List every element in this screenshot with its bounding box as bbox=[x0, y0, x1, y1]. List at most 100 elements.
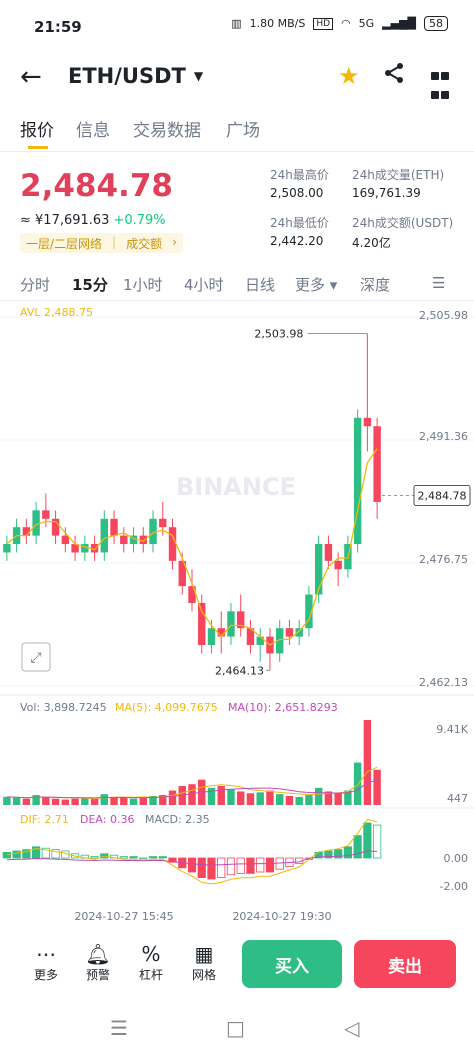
tag-layer: 一层/二层网络 bbox=[26, 237, 103, 251]
candle-body bbox=[363, 417, 372, 427]
candle-body bbox=[285, 628, 294, 637]
volume-bar bbox=[363, 720, 372, 805]
chart-settings-icon[interactable]: ☰ bbox=[432, 274, 445, 292]
macd-histogram-bar bbox=[119, 856, 128, 859]
candle-body bbox=[373, 426, 381, 502]
alert-button[interactable]: 🔔︎ 预警 bbox=[76, 942, 120, 983]
macd-y-tick: -2.00 bbox=[440, 880, 468, 893]
battery-indicator: 58 bbox=[424, 16, 448, 31]
y-tick-label: 2,505.98 bbox=[419, 309, 468, 322]
more-button[interactable]: ⋯ 更多 bbox=[24, 942, 68, 983]
volume-bar bbox=[285, 795, 294, 805]
volume-bar bbox=[266, 790, 274, 805]
interval-15m[interactable]: 15分 bbox=[72, 274, 108, 295]
candle-body bbox=[81, 544, 89, 553]
volume-bar bbox=[334, 793, 342, 805]
avl-label: AVL 2,488.75 bbox=[20, 306, 93, 319]
volume-bar bbox=[129, 798, 138, 805]
tab-trade-data[interactable]: 交易数据 bbox=[133, 116, 201, 141]
candle-body bbox=[22, 527, 31, 536]
status-bar: 21:59 ▥ 1.80 MB/S HD ◠ 5G ▂▄▆█ 58 bbox=[0, 0, 474, 56]
wifi-icon: ◠ bbox=[341, 17, 351, 30]
change-percent: +0.79% bbox=[113, 213, 166, 228]
candle-body bbox=[217, 628, 225, 637]
macd-histogram-bar bbox=[373, 824, 382, 859]
time-axis-label: 2024-10-27 19:30 bbox=[232, 910, 331, 920]
tab-square[interactable]: 广场 bbox=[226, 116, 260, 141]
volume-bar bbox=[32, 795, 40, 805]
candle-body bbox=[120, 535, 128, 545]
interval-1h[interactable]: 1小时 bbox=[123, 274, 163, 295]
kline-chart[interactable]: BINANCE 2,505.98 2,491.36 2,476.75 2,462.13 A… bbox=[0, 300, 474, 920]
percent-icon: % bbox=[141, 942, 161, 966]
back-nav-icon[interactable]: ◁ bbox=[344, 1016, 359, 1040]
main-tabs: 报价 信息 交易数据 广场 bbox=[0, 112, 474, 152]
candle-body bbox=[110, 518, 118, 536]
low-value: 2,442.20 bbox=[270, 234, 324, 248]
macd-histogram-bar bbox=[246, 857, 255, 874]
fiat-price: ≈ ¥17,691.63 bbox=[20, 213, 110, 228]
candle-body bbox=[3, 544, 11, 553]
interval-4h[interactable]: 4小时 bbox=[184, 274, 224, 295]
volume-bar bbox=[12, 797, 21, 805]
candle-body bbox=[324, 544, 333, 561]
macd-histogram-bar bbox=[129, 856, 138, 859]
tag-volume: 成交额 bbox=[126, 237, 163, 251]
volume-bar bbox=[353, 762, 362, 805]
y-tick-label: 2,491.36 bbox=[419, 430, 468, 443]
volume-bar bbox=[207, 787, 216, 805]
volume-bar bbox=[314, 787, 323, 805]
volume-bar bbox=[295, 796, 303, 805]
interval-depth[interactable]: 深度 bbox=[360, 274, 390, 295]
back-arrow-icon[interactable]: ← bbox=[20, 62, 42, 92]
grid-trading-button[interactable]: ▦ 网格 bbox=[182, 942, 226, 983]
status-icons: ▥ 1.80 MB/S HD ◠ 5G ▂▄▆█ 58 bbox=[231, 16, 448, 31]
tab-quote[interactable]: 报价 bbox=[20, 116, 54, 141]
y-tick-label: 2,462.13 bbox=[419, 676, 468, 689]
net-speed: 1.80 MB/S bbox=[249, 17, 306, 30]
menu-nav-icon[interactable]: ☰ bbox=[110, 1016, 128, 1040]
candle-body bbox=[100, 518, 109, 553]
macd-histogram-bar bbox=[61, 850, 70, 859]
interval-timeline[interactable]: 分时 bbox=[20, 274, 50, 295]
y-tick-label: 2,476.75 bbox=[419, 553, 468, 566]
volume-ma5-label: MA(5): 4,099.7675 bbox=[115, 701, 218, 714]
favorite-star-icon[interactable]: ★ bbox=[338, 62, 360, 90]
leverage-button[interactable]: % 杠杆 bbox=[129, 942, 173, 983]
grid-menu-icon[interactable] bbox=[430, 66, 450, 104]
vibrate-icon: ▥ bbox=[231, 17, 242, 30]
grid-chart-icon: ▦ bbox=[194, 942, 214, 966]
macd-value-label: MACD: 2.35 bbox=[145, 813, 210, 826]
grid-label: 网格 bbox=[191, 968, 216, 982]
interval-1d[interactable]: 日线 bbox=[245, 274, 275, 295]
share-icon[interactable] bbox=[382, 61, 406, 91]
vol-eth-value: 169,761.39 bbox=[352, 186, 421, 200]
more-dots-icon: ⋯ bbox=[36, 942, 56, 966]
last-price-label: 2,484.78 bbox=[418, 489, 467, 502]
volume-bar bbox=[61, 799, 70, 805]
volume-bar bbox=[227, 789, 235, 805]
interval-more[interactable]: 更多 ▾ bbox=[295, 274, 337, 295]
vol-usdt-label: 24h成交额(USDT) bbox=[352, 216, 454, 230]
candle-body bbox=[188, 586, 196, 603]
top-nav: ← ETH/USDT ▼ ★ bbox=[0, 56, 474, 100]
sell-button[interactable]: 卖出 bbox=[354, 940, 456, 988]
candle-body bbox=[207, 628, 216, 646]
buy-button[interactable]: 买入 bbox=[242, 940, 342, 988]
tags-pill[interactable]: 一层/二层网络 | 成交额 › bbox=[20, 233, 183, 253]
pair-selector[interactable]: ETH/USDT ▼ bbox=[68, 64, 203, 88]
volume-bar bbox=[188, 784, 196, 805]
candle-body bbox=[334, 560, 342, 570]
tab-info[interactable]: 信息 bbox=[76, 116, 110, 141]
candle-body bbox=[61, 535, 70, 545]
volume-bar bbox=[373, 769, 381, 805]
pair-label: ETH/USDT bbox=[68, 64, 186, 88]
macd-histogram-bar bbox=[265, 857, 275, 873]
vol-usdt-value: 4.20亿 bbox=[352, 236, 391, 250]
macd-histogram-bar bbox=[236, 857, 245, 874]
volume-y-tick: 447 bbox=[447, 792, 468, 805]
candle-body bbox=[42, 510, 50, 519]
home-nav-icon[interactable]: □ bbox=[226, 1016, 245, 1040]
volume-bar bbox=[110, 796, 118, 805]
volume-bar bbox=[305, 795, 313, 805]
